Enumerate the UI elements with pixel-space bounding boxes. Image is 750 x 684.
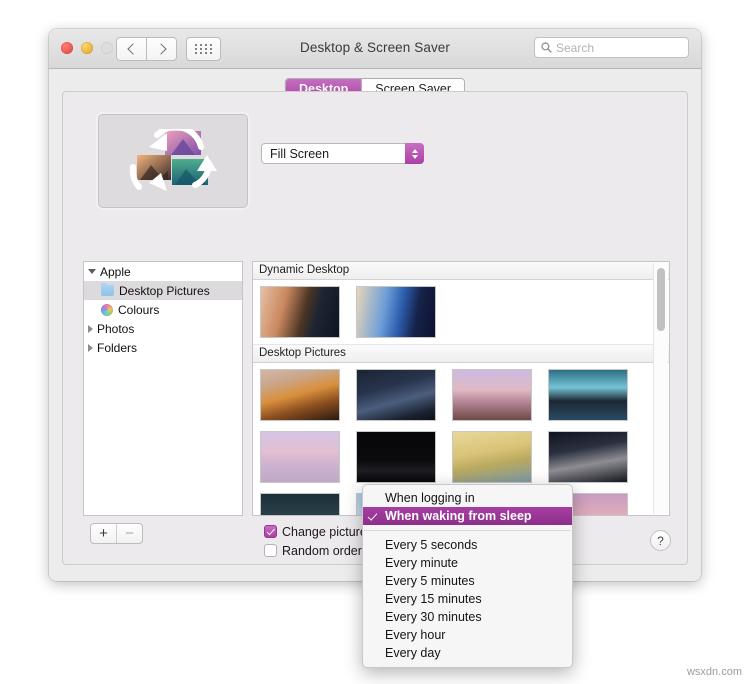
chevron-right-icon[interactable]: [88, 343, 93, 352]
menu-item-when-logging-in[interactable]: When logging in: [363, 489, 572, 507]
watermark: wsxdn.com: [686, 666, 742, 678]
wallpaper-thumb-solar-gradients-dynamic[interactable]: [357, 287, 435, 337]
grid-scrollbar-thumb[interactable]: [657, 268, 665, 331]
wallpaper-thumb-sand-dune-night[interactable]: [549, 432, 627, 482]
wallpaper-thumb-desert-rock-dusk[interactable]: [453, 370, 531, 420]
checkmark-icon: [367, 510, 377, 521]
wallpaper-thumb-mono-lake-night[interactable]: [357, 432, 435, 482]
sidebar-item-photos[interactable]: Photos: [84, 319, 242, 338]
options-group: Change picture: Random order: [264, 522, 370, 560]
random-order-checkbox[interactable]: [264, 544, 277, 557]
change-picture-checkbox[interactable]: [264, 525, 277, 538]
menu-separator: [364, 530, 571, 531]
sidebar-item-folders[interactable]: Folders: [84, 338, 242, 357]
search-icon: [541, 42, 552, 53]
help-button[interactable]: ?: [650, 530, 671, 551]
fit-mode-popup[interactable]: Fill Screen: [261, 143, 424, 164]
rotating-pictures-icon: [129, 129, 217, 191]
menu-item-every-day[interactable]: Every day: [363, 644, 572, 662]
screenshot-root: Desktop & Screen Saver Search Desktop Sc…: [0, 0, 750, 684]
colour-wheel-icon: [101, 303, 113, 316]
wallpaper-thumb-mojave-day[interactable]: [261, 370, 339, 420]
fit-mode-value: Fill Screen: [270, 146, 330, 161]
sidebar-item-label: Desktop Pictures: [119, 283, 210, 298]
wallpaper-thumb-dark-mountain-lake[interactable]: [261, 494, 339, 515]
sidebar-item-label: Folders: [97, 340, 138, 355]
wallpaper-thumb-sand-dunes-day[interactable]: [453, 432, 531, 482]
option-change-picture[interactable]: Change picture:: [264, 522, 370, 541]
menu-item-every-5-seconds[interactable]: Every 5 seconds: [363, 536, 572, 554]
thumb-row-dynamic: [253, 280, 669, 344]
menu-item-every-hour[interactable]: Every hour: [363, 626, 572, 644]
group-header-dynamic-desktop: Dynamic Desktop: [253, 262, 669, 280]
source-list[interactable]: Apple Desktop Pictures Colours Photos Fo…: [83, 261, 243, 516]
option-label: Change picture:: [282, 524, 371, 539]
search-placeholder: Search: [556, 40, 595, 55]
menu-item-every-15-minutes[interactable]: Every 15 minutes: [363, 590, 572, 608]
chevron-right-icon[interactable]: [88, 324, 93, 333]
menu-item-when-waking-from-sleep[interactable]: When waking from sleep: [363, 507, 572, 525]
option-random-order[interactable]: Random order: [264, 541, 370, 560]
sidebar-item-colours[interactable]: Colours: [84, 300, 242, 319]
desktop-preview[interactable]: [98, 114, 248, 208]
wallpaper-thumb-pink-salt-lake[interactable]: [261, 432, 339, 482]
grid-scrollbar[interactable]: [653, 263, 668, 514]
menu-item-every-30-minutes[interactable]: Every 30 minutes: [363, 608, 572, 626]
group-header-desktop-pictures: Desktop Pictures: [253, 344, 669, 363]
sidebar-item-label: Colours: [118, 302, 160, 317]
sidebar-item-apple[interactable]: Apple: [84, 262, 242, 281]
sidebar-item-label: Apple: [100, 264, 131, 279]
sidebar-item-desktop-pictures[interactable]: Desktop Pictures: [84, 281, 242, 300]
add-folder-button[interactable]: +: [91, 524, 116, 543]
add-remove-source-buttons: + −: [90, 523, 143, 544]
window-titlebar: Desktop & Screen Saver Search: [49, 29, 701, 69]
menu-item-label: When waking from sleep: [385, 509, 532, 523]
menu-item-every-minute[interactable]: Every minute: [363, 554, 572, 572]
menu-item-every-5-minutes[interactable]: Every 5 minutes: [363, 572, 572, 590]
blue-folder-icon: [101, 282, 114, 296]
updown-arrows-icon: [405, 143, 424, 164]
remove-folder-button[interactable]: −: [116, 524, 142, 543]
sidebar-item-label: Photos: [97, 321, 135, 336]
wallpaper-thumb-mojave-dynamic[interactable]: [261, 287, 339, 337]
change-picture-interval-menu[interactable]: When logging in When waking from sleep E…: [362, 484, 573, 668]
wallpaper-thumb-salt-flat-blue[interactable]: [549, 370, 627, 420]
search-field[interactable]: Search: [534, 37, 689, 58]
option-label: Random order: [282, 543, 362, 558]
wallpaper-thumb-mojave-night[interactable]: [357, 370, 435, 420]
wallpaper-grid[interactable]: Dynamic Desktop Desktop Pictures: [252, 261, 670, 516]
chevron-down-icon[interactable]: [88, 269, 96, 274]
